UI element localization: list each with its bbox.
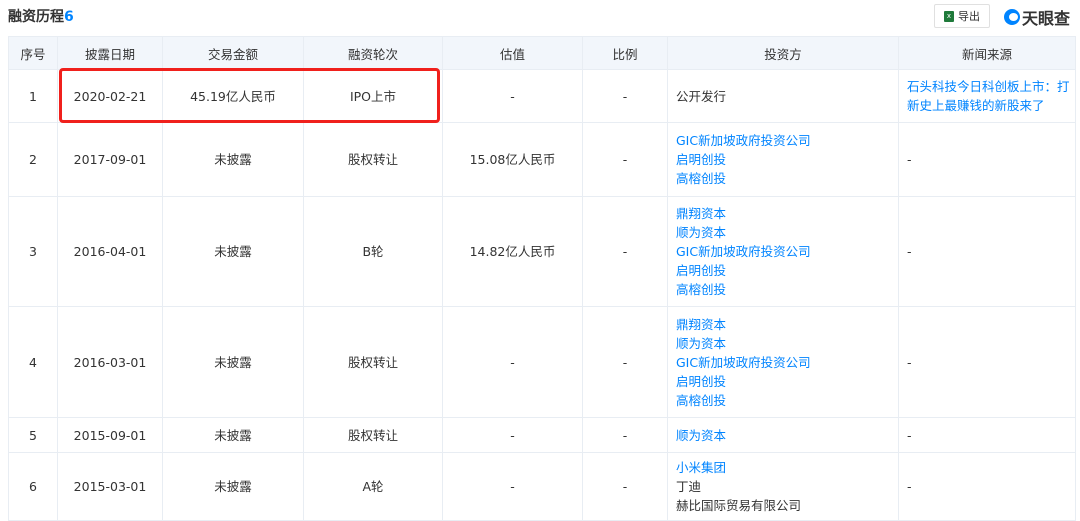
title-text: 融资历程 xyxy=(8,9,64,25)
export-label: 导出 xyxy=(958,10,980,23)
cell-amount: 未披露 xyxy=(162,452,304,521)
cell-date: 2016-03-01 xyxy=(57,306,163,418)
excel-icon: x xyxy=(944,10,954,22)
cell-ratio: - xyxy=(582,196,668,307)
column-header: 交易金额 xyxy=(162,36,304,70)
table-row: 2 2017-09-01 未披露 股权转让 15.08亿人民币 - GIC新加坡政府投资公司… xyxy=(8,122,1076,197)
investor-link[interactable]: 高榕创投 xyxy=(676,169,898,188)
table-row: 4 2016-03-01 未披露 股权转让 - - 鼎翔资本 顺为资本 GIC新加坡政府投资公司… xyxy=(8,306,1076,418)
investor-link[interactable]: 启明创投 xyxy=(676,372,898,391)
cell-round: 股权转让 xyxy=(303,417,443,453)
news-text: - xyxy=(907,354,912,370)
investor-link[interactable]: 顺为资本 xyxy=(676,223,898,242)
cell-news: - xyxy=(898,306,1076,418)
cell-amount: 未披露 xyxy=(162,122,304,197)
cell-investors: 顺为资本 xyxy=(667,417,899,453)
cell-valuation: 15.08亿人民币 xyxy=(442,122,583,197)
brand-text: 天眼查 xyxy=(1022,9,1071,28)
column-header: 序号 xyxy=(8,36,58,70)
column-header: 披露日期 xyxy=(57,36,163,70)
cell-news: - xyxy=(898,196,1076,307)
cell-valuation: - xyxy=(442,452,583,521)
column-header: 新闻来源 xyxy=(898,36,1076,70)
cell-no: 6 xyxy=(8,452,58,521)
cell-round: A轮 xyxy=(303,452,443,521)
news-text: - xyxy=(907,427,912,443)
table-header: 序号 披露日期 交易金额 融资轮次 估值 比例 投资方 新闻来源 xyxy=(8,36,1076,70)
table-row: 5 2015-09-01 未披露 股权转让 - - 顺为资本 - xyxy=(8,417,1076,453)
investor-name: 公开发行 xyxy=(676,88,727,104)
cell-amount: 未披露 xyxy=(162,196,304,307)
column-header: 融资轮次 xyxy=(303,36,443,70)
cell-valuation: - xyxy=(442,306,583,418)
table-row: 6 2015-03-01 未披露 A轮 - - 小米集团 丁迪 赫比国际贸易有限公司 - xyxy=(8,452,1076,521)
news-link[interactable]: 石头科技今日科创板上市：打新史上最赚钱的新股来了 xyxy=(907,77,1075,115)
cell-amount: 未披露 xyxy=(162,306,304,418)
table-row: 3 2016-04-01 未披露 B轮 14.82亿人民币 - 鼎翔资本 顺为资本 GIC新加坡… xyxy=(8,196,1076,307)
investor-link[interactable]: GIC新加坡政府投资公司 xyxy=(676,242,898,261)
cell-valuation: - xyxy=(442,417,583,453)
cell-ratio: - xyxy=(582,69,668,123)
cell-ratio: - xyxy=(582,417,668,453)
count-badge: 6 xyxy=(64,9,74,25)
cell-news: 石头科技今日科创板上市：打新史上最赚钱的新股来了 xyxy=(898,69,1076,123)
news-text: - xyxy=(907,479,912,494)
cell-investors: 公开发行 xyxy=(667,69,899,123)
cell-investors: GIC新加坡政府投资公司 启明创投 高榕创投 xyxy=(667,122,899,197)
news-text: - xyxy=(907,244,912,259)
investor-link[interactable]: 顺为资本 xyxy=(676,426,898,445)
cell-investors: 鼎翔资本 顺为资本 GIC新加坡政府投资公司 启明创投 高榕创投 xyxy=(667,196,899,307)
investor-link[interactable]: GIC新加坡政府投资公司 xyxy=(676,131,898,150)
cell-no: 4 xyxy=(8,306,58,418)
highlight-box xyxy=(59,68,440,123)
investor-name: 赫比国际贸易有限公司 xyxy=(676,498,802,513)
cell-round: B轮 xyxy=(303,196,443,307)
cell-no: 5 xyxy=(8,417,58,453)
cell-news: - xyxy=(898,417,1076,453)
investor-link[interactable]: 鼎翔资本 xyxy=(676,204,898,223)
logo-icon xyxy=(1004,9,1020,25)
cell-amount: 未披露 xyxy=(162,417,304,453)
cell-valuation: 14.82亿人民币 xyxy=(442,196,583,307)
cell-date: 2016-04-01 xyxy=(57,196,163,307)
cell-no: 2 xyxy=(8,122,58,197)
cell-date: 2017-09-01 xyxy=(57,122,163,197)
column-header: 估值 xyxy=(442,36,583,70)
cell-news: - xyxy=(898,122,1076,197)
cell-no: 1 xyxy=(8,69,58,123)
cell-date: 2015-03-01 xyxy=(57,452,163,521)
investor-link[interactable]: 高榕创投 xyxy=(676,391,898,410)
cell-investors: 鼎翔资本 顺为资本 GIC新加坡政府投资公司 启明创投 高榕创投 xyxy=(667,306,899,418)
section-title: 融资历程6 xyxy=(8,6,74,26)
investor-link[interactable]: 高榕创投 xyxy=(676,280,898,299)
cell-news: - xyxy=(898,452,1076,521)
investor-link[interactable]: 小米集团 xyxy=(676,458,898,477)
investor-link[interactable]: 鼎翔资本 xyxy=(676,315,898,334)
investor-name: 丁迪 xyxy=(676,479,702,494)
news-text: - xyxy=(907,152,912,167)
column-header: 投资方 xyxy=(667,36,899,70)
investor-link[interactable]: GIC新加坡政府投资公司 xyxy=(676,353,898,372)
cell-date: 2015-09-01 xyxy=(57,417,163,453)
investor-link[interactable]: 启明创投 xyxy=(676,150,898,169)
investor-link[interactable]: 启明创投 xyxy=(676,261,898,280)
brand-logo: 天眼查 xyxy=(1004,5,1070,29)
cell-ratio: - xyxy=(582,122,668,197)
cell-valuation: - xyxy=(442,69,583,123)
export-button[interactable]: x 导出 xyxy=(934,4,990,28)
cell-investors: 小米集团丁迪赫比国际贸易有限公司 xyxy=(667,452,899,521)
column-header: 比例 xyxy=(582,36,668,70)
cell-no: 3 xyxy=(8,196,58,307)
cell-round: 股权转让 xyxy=(303,306,443,418)
cell-round: 股权转让 xyxy=(303,122,443,197)
cell-ratio: - xyxy=(582,452,668,521)
cell-ratio: - xyxy=(582,306,668,418)
investor-link[interactable]: 顺为资本 xyxy=(676,334,898,353)
